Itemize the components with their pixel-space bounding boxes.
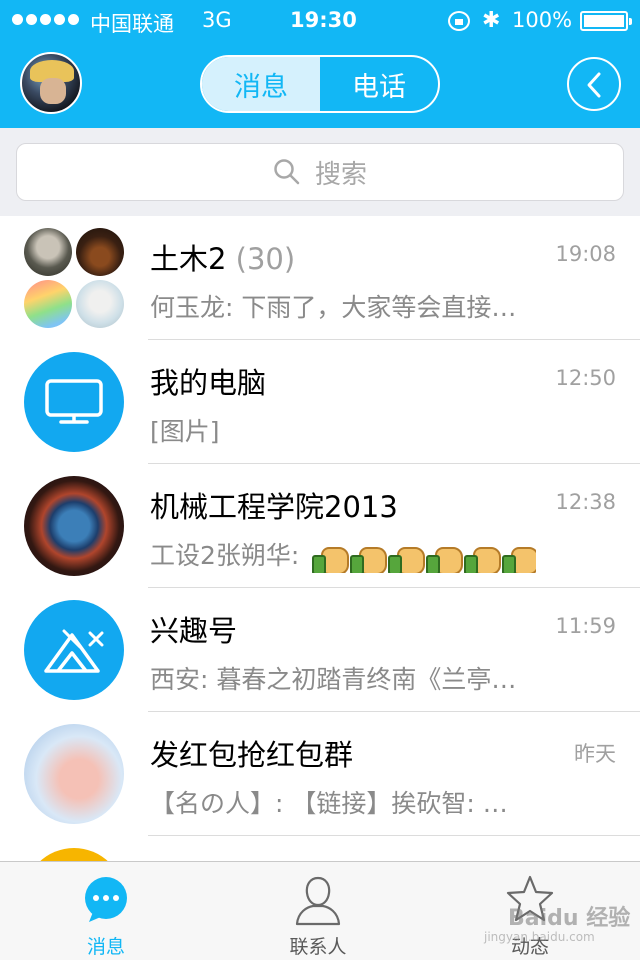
member-avatar	[24, 228, 72, 276]
battery-fill	[584, 15, 624, 27]
conversation-time: 11:59	[555, 614, 616, 638]
rotation-lock-icon	[448, 11, 470, 31]
conversation-time: 昨天	[574, 742, 616, 766]
computer-avatar	[24, 352, 124, 452]
conversation-preview: 【名の人】: 【链接】挨砍智: …	[150, 789, 508, 818]
battery-icon	[580, 11, 632, 31]
conversation-row[interactable]: 我的电脑 12:50 [图片]	[0, 340, 640, 464]
thumbs-up-emoji	[463, 541, 502, 573]
member-avatar	[76, 280, 124, 328]
thumbs-up-emoji	[387, 541, 426, 573]
tab-label: 联系人	[289, 936, 347, 958]
signal-strength-icon	[12, 14, 79, 25]
group-avatar	[24, 228, 124, 328]
conversation-preview: 何玉龙: 下雨了，大家等会直接…	[150, 293, 517, 322]
tab-label: 消息	[86, 936, 125, 958]
conversation-list: 土木2 (30) 19:08 何玉龙: 下雨了，大家等会直接… 我的电脑 12:…	[0, 216, 640, 960]
conversation-title: 土木2	[150, 242, 227, 276]
search-icon	[274, 159, 300, 185]
interest-avatar	[24, 600, 124, 700]
conversation-row[interactable]: 兴趣号 11:59 西安: 暮春之初踏青终南《兰亭…	[0, 588, 640, 712]
tab-messages[interactable]: 消息	[202, 57, 320, 111]
group-avatar	[24, 724, 124, 824]
search-input[interactable]: 搜索	[16, 143, 624, 201]
bluetooth-icon: ✱	[482, 8, 501, 33]
chevron-left-icon	[587, 72, 601, 98]
conversation-preview: 西安: 暮春之初踏青终南《兰亭…	[150, 665, 517, 694]
status-bar: 中国联通 3G 19:30 ✱ 100%	[0, 0, 640, 40]
tab-contacts[interactable]: 联系人	[258, 862, 378, 960]
conversation-name: 兴趣号	[150, 614, 238, 648]
conversation-time: 12:38	[555, 490, 616, 514]
top-bar: 中国联通 3G 19:30 ✱ 100% 消息 电话	[0, 0, 640, 128]
thumbs-up-emoji	[425, 541, 464, 573]
network-type: 3G	[202, 8, 232, 32]
conversation-row[interactable]: 发红包抢红包群 昨天 【名の人】: 【链接】挨砍智: …	[0, 712, 640, 836]
monitor-icon	[45, 379, 103, 424]
conversation-name: 机械工程学院2013	[150, 490, 398, 524]
member-avatar	[24, 280, 72, 328]
search-placeholder: 搜索	[314, 159, 367, 190]
battery-percent: 100%	[512, 8, 573, 32]
conversation-preview: 工设2张朔华:	[150, 536, 537, 573]
conversation-time: 12:50	[555, 366, 616, 390]
tent-icon	[44, 629, 104, 673]
person-icon	[295, 876, 341, 926]
conversation-preview: [图片]	[150, 417, 220, 446]
conversation-name: 土木2 (30)	[150, 236, 295, 278]
conversation-name: 发红包抢红包群	[150, 738, 354, 772]
conversation-row[interactable]: 机械工程学院2013 12:38 工设2张朔华:	[0, 464, 640, 588]
conversation-name: 我的电脑	[150, 366, 267, 400]
back-button[interactable]	[567, 57, 621, 111]
conversation-row[interactable]: 土木2 (30) 19:08 何玉龙: 下雨了，大家等会直接…	[0, 216, 640, 340]
member-avatar	[76, 228, 124, 276]
unread-count: (30)	[235, 242, 296, 276]
thumbs-up-emoji-group	[311, 541, 537, 573]
thumbs-up-emoji	[349, 541, 388, 573]
thumbs-up-emoji	[501, 541, 537, 573]
message-call-switch: 消息 电话	[200, 55, 440, 113]
tab-calls[interactable]: 电话	[320, 57, 438, 111]
chat-bubble-icon	[85, 877, 127, 922]
search-area: 搜索	[0, 128, 640, 216]
watermark-url: jingyan.baidu.com	[484, 930, 595, 944]
carrier-name: 中国联通	[90, 12, 174, 36]
thumbs-up-emoji	[311, 541, 350, 573]
group-avatar	[24, 476, 124, 576]
preview-text: 工设2张朔华:	[150, 541, 308, 570]
my-avatar[interactable]	[20, 52, 82, 114]
tab-messages-bottom[interactable]: 消息	[46, 862, 166, 960]
status-time: 19:30	[290, 8, 357, 32]
conversation-time: 19:08	[555, 242, 616, 266]
watermark: Baidu 经验	[508, 906, 631, 931]
